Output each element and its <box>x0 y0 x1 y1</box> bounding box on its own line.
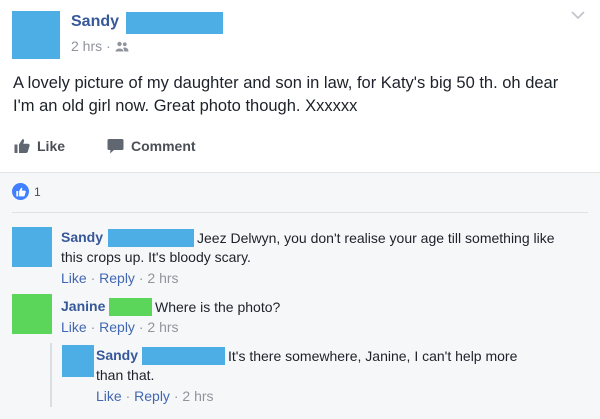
comment-label: Comment <box>131 138 196 154</box>
commenter-avatar[interactable] <box>12 294 52 334</box>
comment-like-link[interactable]: Like <box>96 388 122 404</box>
commenter-avatar[interactable] <box>12 227 52 267</box>
comment-timestamp[interactable]: 2 hrs <box>182 388 213 404</box>
comment-timestamp[interactable]: 2 hrs <box>147 270 178 286</box>
author-name[interactable]: Sandy <box>71 13 119 31</box>
divider <box>12 212 588 213</box>
redaction-box <box>108 229 194 247</box>
comment-reply-link[interactable]: Reply <box>134 388 170 404</box>
comment-button[interactable]: Comment <box>107 138 196 154</box>
comment-timestamp[interactable]: 2 hrs <box>147 319 178 335</box>
like-button[interactable]: Like <box>14 138 65 154</box>
commenter-name[interactable]: Janine <box>61 298 105 314</box>
comment-like-link[interactable]: Like <box>61 270 87 286</box>
comment-text-continued: than that. <box>96 367 155 383</box>
redaction-box <box>126 12 223 34</box>
comment-text: Where is the photo? <box>155 299 281 315</box>
comment-text-continued: this crops up. It's bloody scary. <box>61 249 251 265</box>
comments-section <box>0 172 600 419</box>
comment-actions: Like · Reply · 2 hrs <box>61 270 179 286</box>
post-actions: Like Comment <box>0 138 600 166</box>
commenter-name[interactable]: Sandy <box>61 229 103 245</box>
like-count: 1 <box>34 184 41 199</box>
commenter-avatar[interactable] <box>62 345 94 377</box>
comment-text: Jeez Delwyn, you don't realise your age … <box>197 230 555 246</box>
comment-actions: Like · Reply · 2 hrs <box>96 388 214 404</box>
friends-icon[interactable] <box>115 41 129 52</box>
commenter-name[interactable]: Sandy <box>96 347 138 363</box>
facebook-post: Sandy 2 hrs · A lovely picture of my dau… <box>0 0 600 419</box>
comment-like-link[interactable]: Like <box>61 319 87 335</box>
post-meta: 2 hrs · <box>71 38 129 54</box>
like-label: Like <box>37 138 66 154</box>
like-reaction-icon <box>12 183 29 200</box>
comment-actions: Like · Reply · 2 hrs <box>61 319 179 335</box>
comment-reply-link[interactable]: Reply <box>99 270 135 286</box>
redaction-box <box>142 347 225 365</box>
redaction-box <box>109 298 152 316</box>
comment-reply-link[interactable]: Reply <box>99 319 135 335</box>
comment-bubble-icon <box>107 139 124 154</box>
author-avatar[interactable] <box>12 11 60 59</box>
chevron-down-icon[interactable] <box>570 9 586 21</box>
thumbs-up-icon <box>14 139 30 153</box>
post-text: A lovely picture of my daughter and son … <box>13 74 559 115</box>
comment-text: It's there somewhere, Janine, I can't he… <box>228 348 518 364</box>
reactions-summary[interactable]: 1 <box>12 183 41 200</box>
post-timestamp[interactable]: 2 hrs <box>71 38 102 54</box>
meta-separator: · <box>106 38 111 54</box>
reply-thread-line <box>50 343 52 407</box>
